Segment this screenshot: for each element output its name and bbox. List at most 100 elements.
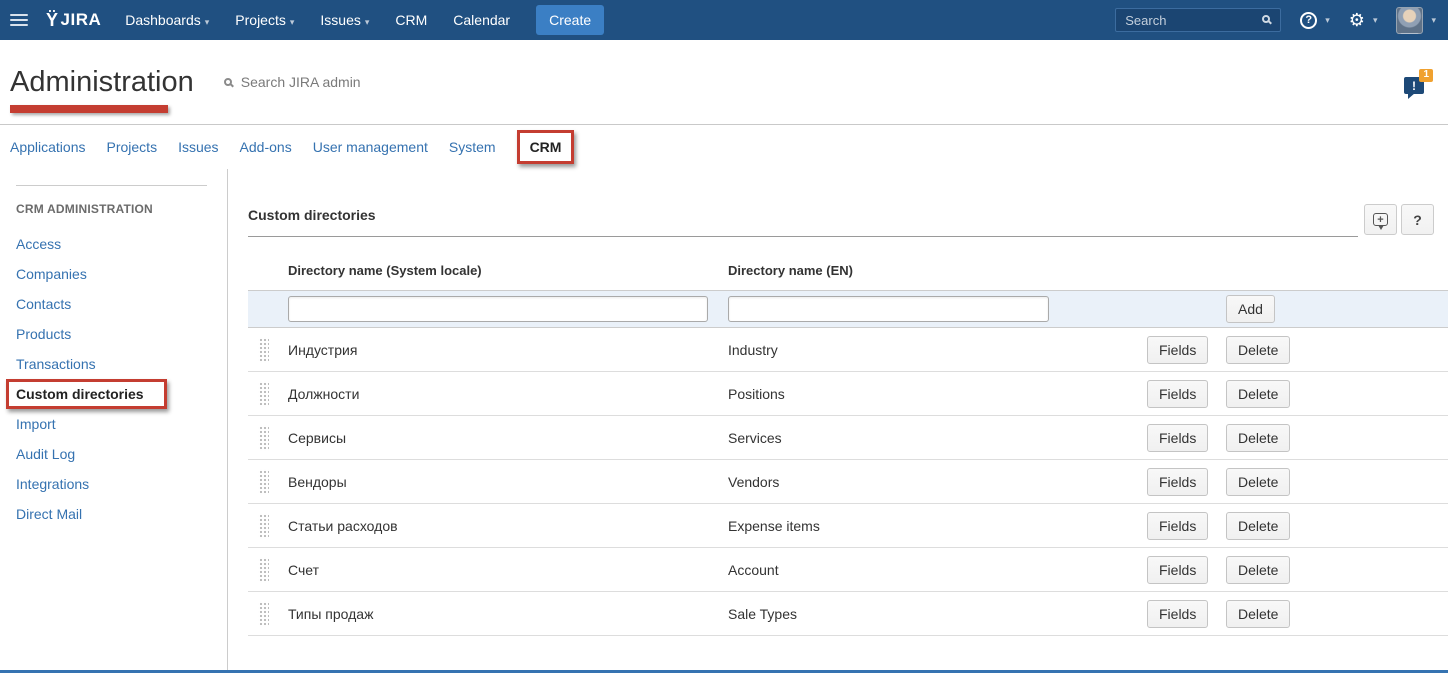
directory-name-en: Sale Types <box>728 606 1147 622</box>
admin-tabs: Applications Projects Issues Add-ons Use… <box>0 125 1448 169</box>
fields-button[interactable]: Fields <box>1147 512 1208 540</box>
jira-logo-text: JIRA <box>61 10 102 30</box>
delete-button[interactable]: Delete <box>1226 468 1290 496</box>
tab-user-management[interactable]: User management <box>313 139 428 155</box>
directory-name-en: Industry <box>728 342 1147 358</box>
chevron-down-icon: ▾ <box>1373 15 1378 26</box>
delete-button[interactable]: Delete <box>1226 512 1290 540</box>
delete-button[interactable]: Delete <box>1226 424 1290 452</box>
table-row: Статьи расходов Expense items Fields Del… <box>248 504 1448 548</box>
tab-crm[interactable]: CRM <box>517 130 575 164</box>
directory-name-locale: Статьи расходов <box>288 518 728 534</box>
gear-icon: ⚙ <box>1349 11 1365 29</box>
notifications-button[interactable]: ! 1 <box>1404 77 1424 94</box>
sidebar-divider <box>16 185 207 186</box>
chevron-down-icon: ▾ <box>205 17 210 27</box>
table-row: Должности Positions Fields Delete <box>248 372 1448 416</box>
content-area: CRM ADMINISTRATION Access Companies Cont… <box>0 169 1448 670</box>
jira-logo[interactable]: Ÿ JIRA <box>46 10 101 31</box>
table-row: Индустрия Industry Fields Delete <box>248 328 1448 372</box>
chevron-down-icon: ▾ <box>290 17 295 27</box>
directory-name-locale-input[interactable] <box>288 296 708 322</box>
sidebar-section-title: CRM ADMINISTRATION <box>16 202 227 216</box>
help-menu[interactable]: ? ▾ <box>1300 12 1330 29</box>
sidebar-item-products[interactable]: Products <box>0 319 227 349</box>
nav-crm[interactable]: CRM <box>395 12 427 28</box>
sidebar-item-contacts[interactable]: Contacts <box>0 289 227 319</box>
main-nav: Dashboards▾ Projects▾ Issues▾ CRM Calend… <box>125 5 604 35</box>
notification-badge: 1 <box>1419 69 1433 82</box>
delete-button[interactable]: Delete <box>1226 380 1290 408</box>
help-button[interactable]: ? <box>1401 204 1434 235</box>
tab-issues[interactable]: Issues <box>178 139 218 155</box>
drag-handle-icon[interactable] <box>258 513 269 539</box>
admin-search[interactable]: Search JIRA admin <box>224 74 361 90</box>
menu-icon[interactable] <box>10 11 28 29</box>
directory-name-locale: Счет <box>288 562 728 578</box>
chevron-down-icon: ▾ <box>365 17 370 27</box>
sidebar-item-audit-log[interactable]: Audit Log <box>0 439 227 469</box>
directory-name-en-input[interactable] <box>728 296 1049 322</box>
table-row: Типы продаж Sale Types Fields Delete <box>248 592 1448 636</box>
custom-directories-table: Directory name (System locale) Directory… <box>248 263 1448 636</box>
chevron-down-icon: ▾ <box>1325 15 1330 26</box>
delete-button[interactable]: Delete <box>1226 556 1290 584</box>
sidebar-item-access[interactable]: Access <box>0 229 227 259</box>
sidebar-item-direct-mail[interactable]: Direct Mail <box>0 499 227 529</box>
nav-dashboards[interactable]: Dashboards▾ <box>125 12 209 28</box>
navbar-search-input[interactable] <box>1115 8 1281 32</box>
crm-admin-sidebar: CRM ADMINISTRATION Access Companies Cont… <box>0 169 228 670</box>
drag-handle-icon[interactable] <box>258 469 269 495</box>
delete-button[interactable]: Delete <box>1226 600 1290 628</box>
nav-issues[interactable]: Issues▾ <box>320 12 369 28</box>
drag-handle-icon[interactable] <box>258 557 269 583</box>
fields-button[interactable]: Fields <box>1147 424 1208 452</box>
add-directory-row: Add <box>248 290 1448 328</box>
directory-name-locale: Должности <box>288 386 728 402</box>
table-row: Вендоры Vendors Fields Delete <box>248 460 1448 504</box>
user-menu[interactable]: ▾ <box>1396 7 1436 34</box>
help-icon: ? <box>1300 12 1317 29</box>
navbar-search <box>1115 8 1281 32</box>
drag-handle-icon[interactable] <box>258 425 269 451</box>
section-title: Custom directories <box>248 207 1358 223</box>
column-header-locale: Directory name (System locale) <box>288 263 728 278</box>
drag-handle-icon[interactable] <box>258 601 269 627</box>
nav-calendar[interactable]: Calendar <box>453 12 510 28</box>
delete-button[interactable]: Delete <box>1226 336 1290 364</box>
drag-handle-icon[interactable] <box>258 337 269 363</box>
admin-header: Administration Search JIRA admin ! 1 <box>0 40 1448 125</box>
tab-applications[interactable]: Applications <box>10 139 86 155</box>
search-icon[interactable] <box>1262 15 1270 23</box>
sidebar-item-integrations[interactable]: Integrations <box>0 469 227 499</box>
sidebar-item-import[interactable]: Import <box>0 409 227 439</box>
tab-add-ons[interactable]: Add-ons <box>240 139 292 155</box>
navbar-right: ? ▾ ⚙ ▾ ▾ <box>1115 7 1436 34</box>
directory-name-en: Services <box>728 430 1147 446</box>
jira-logo-icon: Ÿ <box>46 10 59 31</box>
chevron-down-icon: ▾ <box>1431 15 1436 26</box>
main-panel: Custom directories + ? Directory name (S… <box>228 169 1448 670</box>
fields-button[interactable]: Fields <box>1147 380 1208 408</box>
create-button[interactable]: Create <box>536 5 604 35</box>
directory-name-en: Account <box>728 562 1147 578</box>
directory-name-en: Expense items <box>728 518 1147 534</box>
nav-projects[interactable]: Projects▾ <box>235 12 294 28</box>
tab-system[interactable]: System <box>449 139 496 155</box>
fields-button[interactable]: Fields <box>1147 468 1208 496</box>
fields-button[interactable]: Fields <box>1147 556 1208 584</box>
table-row: Счет Account Fields Delete <box>248 548 1448 592</box>
sidebar-item-custom-directories[interactable]: Custom directories <box>0 379 227 409</box>
sidebar-item-companies[interactable]: Companies <box>0 259 227 289</box>
fields-button[interactable]: Fields <box>1147 336 1208 364</box>
settings-menu[interactable]: ⚙ ▾ <box>1349 11 1378 29</box>
admin-search-placeholder: Search JIRA admin <box>241 74 361 90</box>
fields-button[interactable]: Fields <box>1147 600 1208 628</box>
page-title: Administration <box>10 66 194 99</box>
directory-name-en: Positions <box>728 386 1147 402</box>
add-button[interactable]: Add <box>1226 295 1275 323</box>
feedback-button[interactable]: + <box>1364 204 1397 235</box>
drag-handle-icon[interactable] <box>258 381 269 407</box>
sidebar-item-transactions[interactable]: Transactions <box>0 349 227 379</box>
tab-projects[interactable]: Projects <box>107 139 158 155</box>
